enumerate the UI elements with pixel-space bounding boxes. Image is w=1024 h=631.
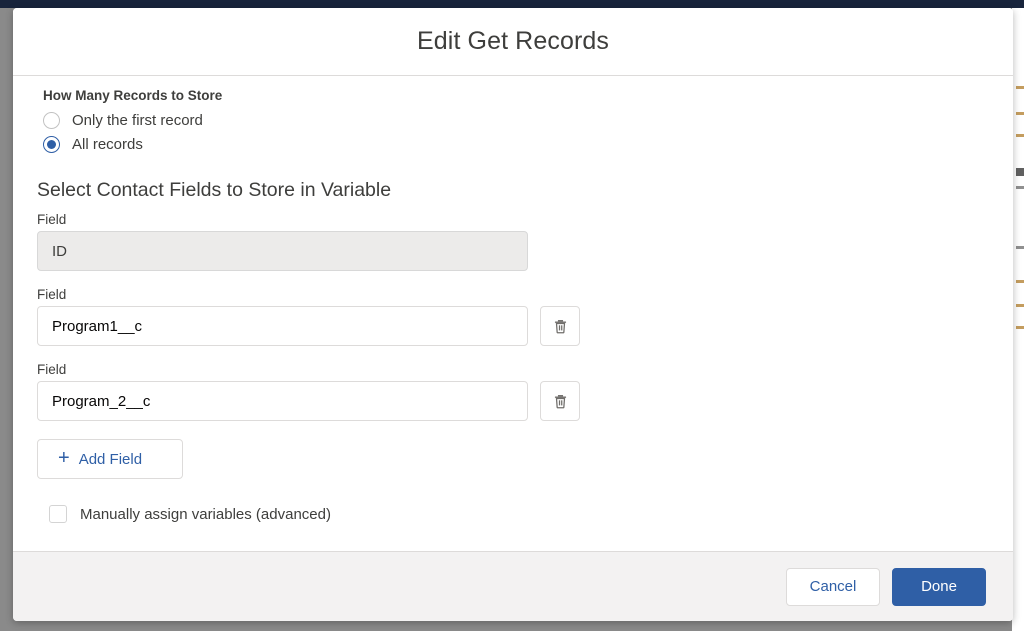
manually-assign-variables-row[interactable]: Manually assign variables (advanced) bbox=[49, 505, 989, 523]
manually-assign-variables-checkbox[interactable] bbox=[49, 505, 67, 523]
trash-icon bbox=[554, 319, 566, 333]
field-label-2: Field bbox=[37, 287, 67, 302]
radio-mark-only-first-record[interactable] bbox=[43, 112, 60, 129]
delete-field-button-2[interactable] bbox=[540, 306, 580, 346]
page-title: Edit Get Records bbox=[417, 27, 609, 55]
modal-header: Edit Get Records bbox=[13, 8, 1013, 76]
field-row-3 bbox=[37, 381, 989, 421]
field-input-2[interactable] bbox=[37, 306, 528, 346]
field-group-3: Field bbox=[37, 362, 989, 421]
field-row-1 bbox=[37, 231, 989, 271]
radio-mark-all-records[interactable] bbox=[43, 136, 60, 153]
add-field-button[interactable]: + Add Field bbox=[37, 439, 183, 479]
modal-footer: Cancel Done bbox=[13, 551, 1013, 621]
background-fleck bbox=[1016, 186, 1024, 189]
manually-assign-variables-label: Manually assign variables (advanced) bbox=[80, 505, 331, 523]
delete-field-button-3[interactable] bbox=[540, 381, 580, 421]
background-fleck bbox=[1016, 246, 1024, 249]
background-page-edge bbox=[1012, 8, 1024, 631]
fields-section-title: Select Contact Fields to Store in Variab… bbox=[37, 179, 392, 201]
trash-icon bbox=[554, 394, 566, 408]
background-fleck bbox=[1016, 112, 1024, 115]
field-group-2: Field bbox=[37, 287, 989, 346]
field-input-3[interactable] bbox=[37, 381, 528, 421]
plus-icon: + bbox=[58, 447, 70, 469]
radio-label-only-first-record: Only the first record bbox=[72, 112, 203, 129]
records-to-store-group-label: How Many Records to Store bbox=[43, 88, 223, 103]
field-label-3: Field bbox=[37, 362, 67, 377]
edit-get-records-modal: Edit Get Records How Many Records to Sto… bbox=[13, 8, 1013, 621]
cancel-button[interactable]: Cancel bbox=[786, 567, 880, 606]
radio-option-only-first-record[interactable]: Only the first record bbox=[43, 112, 989, 129]
background-fleck bbox=[1016, 280, 1024, 283]
radio-label-all-records: All records bbox=[72, 136, 143, 153]
background-fleck bbox=[1016, 326, 1024, 329]
done-button[interactable]: Done bbox=[892, 567, 986, 606]
app-top-bar bbox=[0, 0, 1024, 8]
field-input-1[interactable] bbox=[37, 231, 528, 271]
field-label-1: Field bbox=[37, 212, 67, 227]
background-fleck bbox=[1016, 304, 1024, 307]
background-fleck bbox=[1016, 134, 1024, 137]
radio-option-all-records[interactable]: All records bbox=[43, 136, 989, 153]
field-row-2 bbox=[37, 306, 989, 346]
background-fleck bbox=[1016, 86, 1024, 89]
field-group-1: Field bbox=[37, 212, 989, 271]
add-field-button-label: Add Field bbox=[78, 450, 143, 468]
background-fleck bbox=[1016, 168, 1024, 176]
modal-body: How Many Records to Store Only the first… bbox=[13, 76, 1013, 551]
